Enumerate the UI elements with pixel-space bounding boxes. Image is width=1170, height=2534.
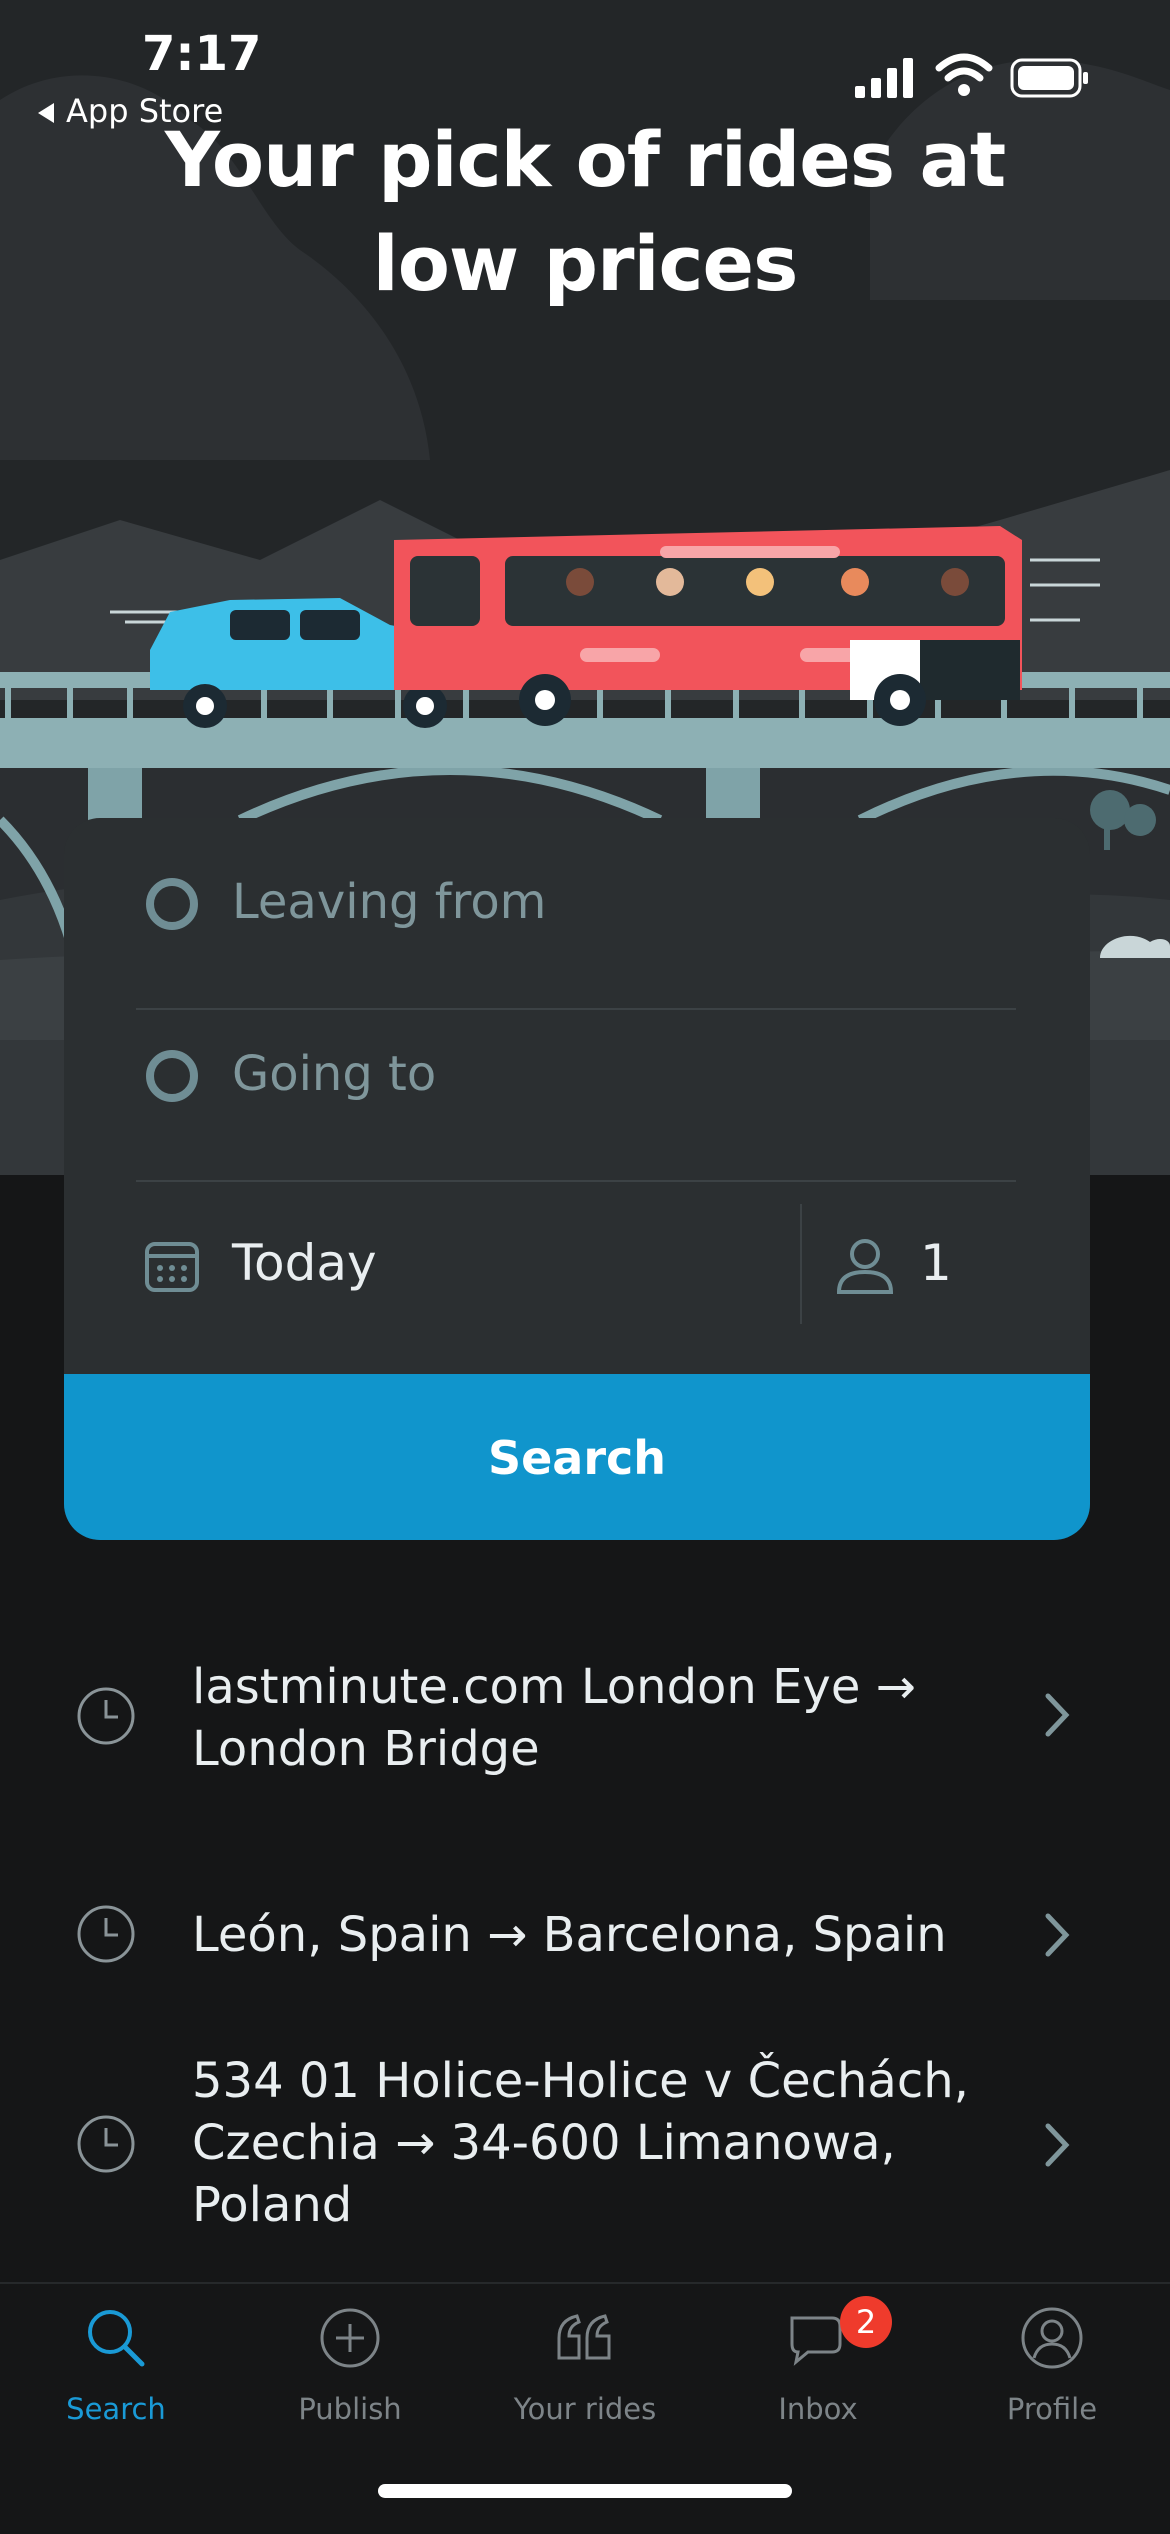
- leaving-from-field[interactable]: Leaving from: [64, 818, 1090, 988]
- status-bar: 7:17 App Store: [0, 0, 1170, 130]
- passenger-field[interactable]: 1: [804, 1180, 1090, 1350]
- passenger-count: 1: [920, 1234, 952, 1292]
- recent-search-text: lastminute.com London Eye → London Bridg…: [192, 1659, 916, 1777]
- back-arrow-icon: [38, 103, 54, 123]
- tab-search[interactable]: Search: [16, 2284, 216, 2484]
- home-indicator: [378, 2484, 792, 2498]
- profile-icon: [1021, 2307, 1083, 2369]
- clock-icon: [77, 1905, 135, 1963]
- tab-publish-label: Publish: [298, 2392, 402, 2426]
- chevron-right-icon: [1045, 1693, 1070, 1737]
- tab-inbox[interactable]: 2 Inbox: [718, 2284, 918, 2484]
- tab-profile[interactable]: Profile: [952, 2284, 1152, 2484]
- going-to-field[interactable]: Going to: [64, 990, 1090, 1160]
- origin-circle-icon: [146, 878, 198, 930]
- leaving-from-placeholder: Leaving from: [232, 874, 547, 930]
- recent-search-text: 534 01 Holice-Holice v Čechách, Czechia …: [192, 2053, 969, 2233]
- clock-icon: [77, 2115, 135, 2173]
- cellular-signal-icon: [855, 58, 913, 98]
- date-field[interactable]: Today: [64, 1180, 800, 1350]
- hero-headline: Your pick of rides at low prices: [164, 115, 1006, 308]
- status-time: 7:17: [142, 26, 262, 82]
- chevron-right-icon: [1045, 2123, 1070, 2167]
- recent-search-item[interactable]: León, Spain → Barcelona, Spain: [0, 1880, 1170, 1990]
- recent-search-item[interactable]: 534 01 Holice-Holice v Čechách, Czechia …: [0, 2040, 1170, 2240]
- tab-publish[interactable]: Publish: [250, 2284, 450, 2484]
- search-button[interactable]: Search: [64, 1374, 1090, 1540]
- person-icon: [836, 1239, 894, 1294]
- plus-circle-icon: [320, 2308, 380, 2368]
- tab-your-rides-label: Your rides: [513, 2392, 657, 2426]
- search-icon: [88, 2310, 145, 2367]
- going-to-placeholder: Going to: [232, 1046, 437, 1102]
- recent-search-item[interactable]: lastminute.com London Eye → London Bridg…: [0, 1650, 1170, 1790]
- back-to-app-store[interactable]: App Store: [38, 92, 223, 130]
- tab-your-rides[interactable]: Your rides: [485, 2284, 685, 2484]
- inbox-badge: 2: [840, 2296, 892, 2348]
- back-label: App Store: [66, 92, 224, 130]
- battery-icon: [1010, 58, 1088, 98]
- date-value: Today: [232, 1234, 377, 1292]
- recent-search-text: León, Spain → Barcelona, Spain: [192, 1907, 947, 1963]
- tab-search-label: Search: [66, 2392, 166, 2426]
- chevron-right-icon: [1045, 1913, 1070, 1957]
- tab-inbox-label: Inbox: [778, 2392, 858, 2426]
- date-passenger-row: Today 1: [64, 1180, 1090, 1350]
- calendar-icon: [145, 1242, 199, 1292]
- vertical-divider: [800, 1204, 802, 1324]
- destination-circle-icon: [146, 1050, 198, 1102]
- wifi-icon: [935, 53, 993, 96]
- search-form-card: Leaving from Going to Today 1 Search: [64, 818, 1090, 1540]
- rides-icon: [557, 2314, 611, 2360]
- tab-profile-label: Profile: [1006, 2392, 1098, 2426]
- clock-icon: [77, 1687, 135, 1745]
